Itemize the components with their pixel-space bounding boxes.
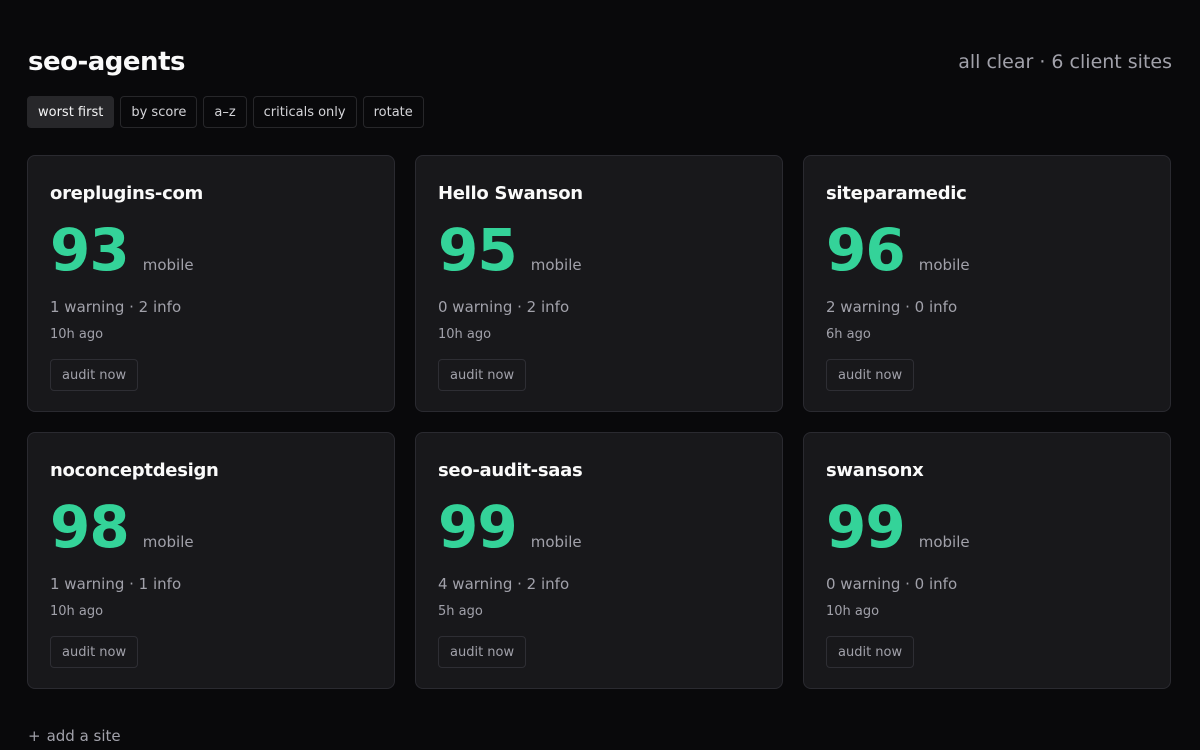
add-site-link[interactable]: + add a site <box>28 722 121 750</box>
last-audit-time: 10h ago <box>50 327 104 342</box>
issue-summary: 1 warning · 1 info <box>50 575 182 593</box>
site-name: oreplugins-com <box>50 183 203 204</box>
add-site-label: add a site <box>46 727 121 745</box>
device-label: mobile <box>142 533 194 551</box>
site-card: oreplugins-com 93 mobile 1 warning · 2 i… <box>27 155 395 412</box>
site-score: 99 <box>826 493 906 561</box>
score-row: 95 mobile <box>438 216 760 284</box>
site-card: Hello Swanson 95 mobile 0 warning · 2 in… <box>415 155 783 412</box>
audit-now-button[interactable]: audit now <box>826 359 915 391</box>
last-audit-time: 10h ago <box>826 604 880 619</box>
audit-now-button[interactable]: audit now <box>826 636 915 668</box>
last-audit-time: 10h ago <box>438 327 492 342</box>
filter-criticals-only-button[interactable]: criticals only <box>252 96 357 128</box>
site-score: 93 <box>50 216 130 284</box>
site-name: siteparamedic <box>826 183 967 204</box>
last-audit-time: 10h ago <box>50 604 104 619</box>
score-row: 99 mobile <box>826 493 1148 561</box>
dashboard-page: seo-agents all clear · 6 client sites wo… <box>0 0 1200 750</box>
device-label: mobile <box>530 533 582 551</box>
site-name: seo-audit-saas <box>438 460 583 481</box>
filter-rotate-button[interactable]: rotate <box>362 96 424 128</box>
site-card: swansonx 99 mobile 0 warning · 0 info 10… <box>803 432 1171 689</box>
last-audit-time: 6h ago <box>826 327 871 342</box>
site-name: Hello Swanson <box>438 183 583 204</box>
site-card: noconceptdesign 98 mobile 1 warning · 1 … <box>27 432 395 689</box>
device-label: mobile <box>918 533 970 551</box>
site-score: 98 <box>50 493 130 561</box>
audit-now-button[interactable]: audit now <box>438 359 527 391</box>
plus-icon: + <box>28 727 41 745</box>
site-name: noconceptdesign <box>50 460 219 481</box>
score-row: 99 mobile <box>438 493 760 561</box>
site-score: 96 <box>826 216 906 284</box>
audit-now-button[interactable]: audit now <box>50 359 139 391</box>
device-label: mobile <box>918 256 970 274</box>
device-label: mobile <box>142 256 194 274</box>
issue-summary: 0 warning · 2 info <box>438 298 570 316</box>
score-row: 93 mobile <box>50 216 372 284</box>
score-row: 98 mobile <box>50 493 372 561</box>
site-card: siteparamedic 96 mobile 2 warning · 0 in… <box>803 155 1171 412</box>
site-score: 95 <box>438 216 518 284</box>
site-name: swansonx <box>826 460 924 481</box>
header: seo-agents all clear · 6 client sites <box>28 42 1172 82</box>
issue-summary: 2 warning · 0 info <box>826 298 958 316</box>
status-summary: all clear · 6 client sites <box>958 51 1172 73</box>
site-score: 99 <box>438 493 518 561</box>
issue-summary: 1 warning · 2 info <box>50 298 182 316</box>
sort-filter-bar: worst first by score a–z criticals only … <box>27 96 424 128</box>
site-card: seo-audit-saas 99 mobile 4 warning · 2 i… <box>415 432 783 689</box>
audit-now-button[interactable]: audit now <box>50 636 139 668</box>
filter-a-z-button[interactable]: a–z <box>203 96 247 128</box>
app-title: seo-agents <box>28 47 185 77</box>
site-card-grid: oreplugins-com 93 mobile 1 warning · 2 i… <box>27 155 1172 689</box>
device-label: mobile <box>530 256 582 274</box>
filter-by-score-button[interactable]: by score <box>120 96 198 128</box>
filter-worst-first-button[interactable]: worst first <box>27 96 115 128</box>
audit-now-button[interactable]: audit now <box>438 636 527 668</box>
last-audit-time: 5h ago <box>438 604 483 619</box>
issue-summary: 0 warning · 0 info <box>826 575 958 593</box>
issue-summary: 4 warning · 2 info <box>438 575 570 593</box>
score-row: 96 mobile <box>826 216 1148 284</box>
